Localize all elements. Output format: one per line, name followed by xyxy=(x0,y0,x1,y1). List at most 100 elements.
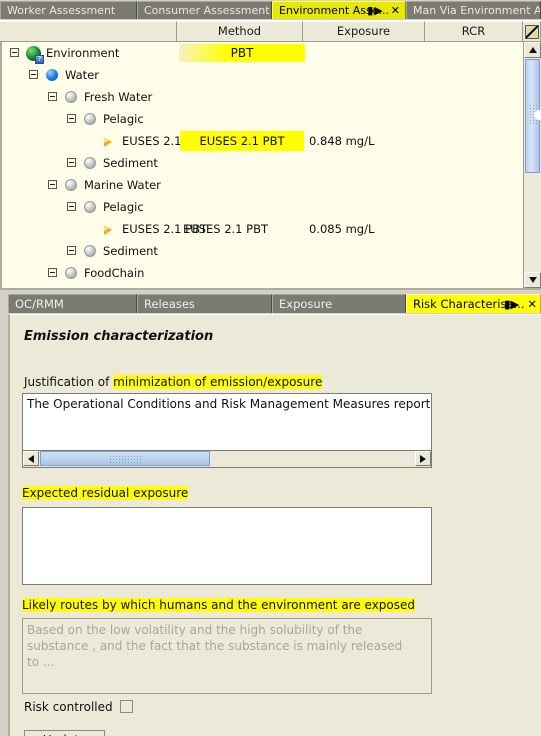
bottom-tabstrip: OC/RMM Releases Exposure Risk Characterisa.… xyxy=(0,292,541,314)
tree-row[interactable]: Sediment xyxy=(2,152,525,174)
tree-row-label: Pelagic xyxy=(103,112,144,126)
bottom-tab-2[interactable]: Exposure xyxy=(272,294,406,313)
tree-row[interactable]: EUSES 2.1 PBT EUSES 2.1 PBT 0.848 mg/L xyxy=(2,130,525,152)
method-cell: EUSES 2.1 PBT xyxy=(183,222,268,236)
grey-sphere-icon xyxy=(65,267,77,279)
justification-text: The Operational Conditions and Risk Mana… xyxy=(27,397,432,411)
application-window: Worker Assessment Consumer Assessment Envi… xyxy=(0,0,541,736)
environment-results-tree[interactable]: ? Environment PBT Water Fresh Water Pelagic EU… xyxy=(0,42,541,290)
top-tab-3[interactable]: Man Via Environment As... xyxy=(406,1,541,19)
scroll-down-button[interactable] xyxy=(524,272,541,288)
tree-vertical-scrollbar[interactable] xyxy=(523,42,541,288)
justification-label-highlight: minimization of emission/exposure xyxy=(113,375,323,389)
orange-arrow-icon xyxy=(104,137,112,147)
top-tabstrip: Worker Assessment Consumer Assessment Envi… xyxy=(0,0,541,20)
method-cell: EUSES 2.1 PBT xyxy=(180,131,304,151)
likely-routes-label: Likely routes by which humans and the en… xyxy=(22,598,416,612)
update-button[interactable]: Update xyxy=(24,730,105,736)
horizontal-scroll-thumb[interactable] xyxy=(40,451,210,466)
section-title: Emission characterization xyxy=(24,329,214,344)
tree-row[interactable]: Sediment xyxy=(2,240,525,262)
select-columns-icon[interactable] xyxy=(524,25,539,39)
tree-row-label: Sediment xyxy=(103,156,158,170)
tree-row[interactable]: Fresh Water Food Ch xyxy=(2,284,525,290)
top-tab-2[interactable]: Environment Asse... ▮▶ ✕ xyxy=(272,1,406,19)
select-columns-icon-header[interactable] xyxy=(523,21,541,42)
grey-sphere-icon xyxy=(84,157,96,169)
expected-residual-exposure-textarea[interactable] xyxy=(22,507,432,585)
environment-assessment-panel: Worker Assessment Consumer Assessment Envi… xyxy=(0,0,541,290)
expand-collapse-toggle-icon[interactable] xyxy=(10,48,19,57)
method-cell: PBT xyxy=(179,44,305,62)
top-tab-label: Consumer Assessment xyxy=(144,4,270,17)
column-header-rcr[interactable]: RCR xyxy=(425,21,523,42)
expand-collapse-toggle-icon[interactable] xyxy=(67,246,76,255)
tree-row-label: Sediment xyxy=(103,244,158,258)
tree-row[interactable]: ? Environment PBT xyxy=(2,42,525,64)
risk-controlled-checkbox[interactable] xyxy=(120,700,133,713)
results-grid-header: Method Exposure RCR xyxy=(0,20,541,42)
expand-collapse-toggle-icon[interactable] xyxy=(48,180,57,189)
scroll-right-button[interactable] xyxy=(415,451,431,466)
exposure-cell: 0.848 mg/L xyxy=(309,134,375,148)
grey-sphere-icon xyxy=(84,245,96,257)
justification-horizontal-scrollbar[interactable] xyxy=(22,451,432,468)
tree-row[interactable]: Water xyxy=(2,64,525,86)
column-header-method[interactable]: Method xyxy=(177,21,303,42)
tree-row-label: Water xyxy=(65,68,99,82)
split-view-icon[interactable]: ▮▶ xyxy=(367,2,384,19)
column-header-label: Exposure xyxy=(336,24,391,38)
expected-residual-exposure-label: Expected residual exposure xyxy=(22,486,189,500)
split-view-icon[interactable]: ▮▶ xyxy=(504,295,519,313)
top-tab-1[interactable]: Consumer Assessment xyxy=(137,1,272,19)
expand-collapse-toggle-icon[interactable] xyxy=(67,202,76,211)
column-header-label: RCR xyxy=(461,24,486,38)
bottom-tab-1[interactable]: Releases xyxy=(137,294,272,313)
grey-sphere-icon xyxy=(84,201,96,213)
tree-row[interactable]: Pelagic xyxy=(2,196,525,218)
expand-collapse-toggle-icon[interactable] xyxy=(48,92,57,101)
column-header-exposure[interactable]: Exposure xyxy=(303,21,425,42)
bottom-tab-3[interactable]: Risk Characterisa... ▮▶ ✕ xyxy=(406,294,541,313)
tree-row-label: Fresh Water xyxy=(84,90,153,104)
expand-collapse-toggle-icon[interactable] xyxy=(29,70,38,79)
top-tab-label: Man Via Environment As... xyxy=(413,4,541,17)
likely-routes-text: Based on the low volatility and the high… xyxy=(27,623,403,669)
top-tab-0[interactable]: Worker Assessment xyxy=(0,1,137,19)
scroll-left-button[interactable] xyxy=(23,451,39,466)
justification-textarea[interactable]: The Operational Conditions and Risk Mana… xyxy=(22,393,432,451)
tab-icons: ▮▶ ✕ xyxy=(504,295,537,313)
tree-row-label: Environment xyxy=(46,46,120,60)
grey-sphere-icon xyxy=(65,179,77,191)
tree-row-label: FoodChain xyxy=(84,266,145,280)
expand-collapse-toggle-icon[interactable] xyxy=(67,158,76,167)
blue-sphere-icon xyxy=(46,69,58,81)
expand-collapse-toggle-icon[interactable] xyxy=(67,114,76,123)
likely-routes-label-text: Likely routes by which humans and the en… xyxy=(22,598,416,612)
top-tab-label: Worker Assessment xyxy=(7,4,116,17)
likely-routes-textarea[interactable]: Based on the low volatility and the high… xyxy=(22,618,432,694)
close-icon[interactable]: ✕ xyxy=(527,297,537,311)
column-header-label: Method xyxy=(217,24,262,38)
tree-row-label: Fresh Water Food Ch xyxy=(103,284,221,288)
orange-arrow-icon xyxy=(104,225,112,235)
expand-collapse-toggle-icon[interactable] xyxy=(48,268,57,277)
highlight-fade xyxy=(179,44,227,62)
tree-row[interactable]: EUSES 2.1 PBT EUSES 2.1 PBT 0.085 mg/L xyxy=(2,218,525,240)
tree-row[interactable]: Fresh Water xyxy=(2,86,525,108)
bottom-tab-0[interactable]: OC/RMM xyxy=(8,294,137,313)
tree-row[interactable]: Pelagic xyxy=(2,108,525,130)
tree-row[interactable]: Marine Water xyxy=(2,174,525,196)
tab-icons: ▮▶ ✕ xyxy=(367,2,401,19)
tree-row[interactable]: FoodChain xyxy=(2,262,525,284)
grey-sphere-icon xyxy=(84,289,96,290)
scroll-up-button[interactable] xyxy=(524,42,541,58)
vertical-scroll-thumb[interactable] xyxy=(525,59,541,173)
column-header-0[interactable] xyxy=(0,21,177,42)
expected-residual-exposure-label-text: Expected residual exposure xyxy=(22,486,189,500)
justification-label-plain: Justification of xyxy=(24,375,114,389)
close-icon[interactable]: ✕ xyxy=(391,2,401,19)
tree-row-label: Pelagic xyxy=(103,200,144,214)
grey-sphere-icon xyxy=(84,113,96,125)
exposure-cell: 0.085 mg/L xyxy=(309,222,375,236)
